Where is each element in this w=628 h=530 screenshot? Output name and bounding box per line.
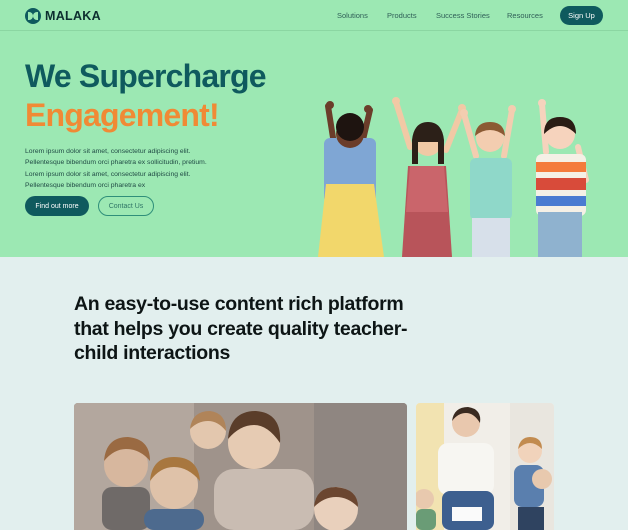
teacher-with-children-photo	[74, 403, 407, 530]
child-4-illustration	[536, 99, 589, 257]
child-3-illustration	[460, 105, 516, 257]
find-out-more-button[interactable]: Find out more	[25, 196, 89, 216]
nav-link-success-stories[interactable]: Success Stories	[436, 11, 490, 20]
feature-image-teacher-reading[interactable]	[416, 403, 554, 530]
hero-description-line: Lorem ipsum dolor sit amet, consectetur …	[25, 148, 191, 155]
feature-image-teacher-children[interactable]	[74, 403, 407, 530]
nav-link-solutions[interactable]: Solutions	[337, 11, 368, 20]
teacher-reading-photo	[416, 403, 554, 530]
hero-description-line: Pellentesque bibendum orci pharetra ex s…	[25, 159, 207, 167]
child-2-illustration	[392, 97, 466, 257]
sign-up-button[interactable]: Sign Up	[560, 6, 603, 25]
hero-description-line: Lorem ipsum dolor sit amet, consectetur …	[25, 170, 191, 178]
hero-headline-line-2: Engagement!	[25, 97, 220, 133]
platform-heading: An easy-to-use content rich platform tha…	[74, 293, 408, 364]
hero-section: MALAKA Solutions Products Success Storie…	[0, 0, 628, 257]
hero-description: Lorem ipsum dolor sit amet, consectetur …	[25, 146, 245, 192]
hero-description-line: Pellentesque bibendum orci pharetra ex	[25, 182, 146, 190]
children-cheering-photo	[318, 97, 589, 257]
child-1-illustration	[318, 101, 384, 257]
contact-us-button[interactable]: Contact Us	[98, 196, 154, 216]
nav-link-resources[interactable]: Resources	[507, 11, 543, 20]
hero-headline-line-1: We Supercharge	[25, 58, 267, 94]
brand-name: MALAKA	[45, 9, 101, 23]
logo-icon	[25, 8, 41, 24]
brand-logo[interactable]: MALAKA	[25, 8, 101, 24]
nav-link-products[interactable]: Products	[387, 11, 417, 20]
top-navigation: MALAKA Solutions Products Success Storie…	[0, 0, 628, 31]
